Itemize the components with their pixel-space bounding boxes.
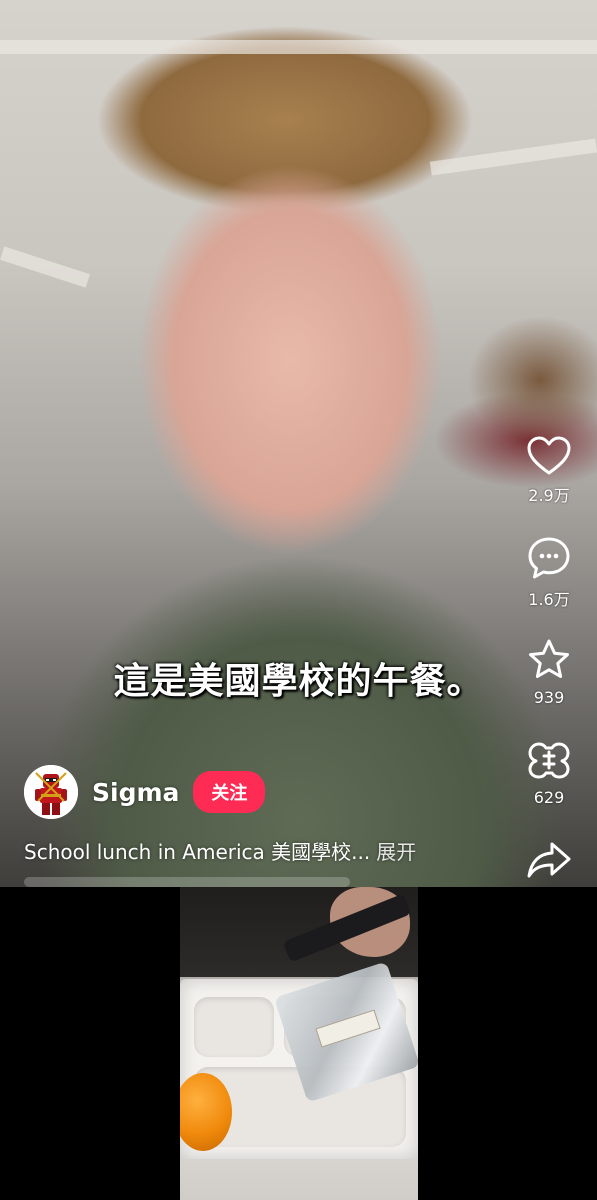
video-progress-bar[interactable] bbox=[24, 877, 350, 887]
ninja-figure-icon bbox=[24, 765, 78, 819]
video-subtitle: 這是美國學校的午餐。 bbox=[113, 661, 484, 702]
share-arrow-icon bbox=[527, 842, 571, 878]
remix-button[interactable]: 629 bbox=[509, 738, 589, 807]
package-label bbox=[315, 1009, 381, 1048]
tray-compartment bbox=[194, 997, 274, 1057]
like-button[interactable]: 2.9万 bbox=[509, 436, 589, 506]
favorite-button[interactable]: 939 bbox=[509, 638, 589, 707]
lunch-tray-video bbox=[180, 887, 418, 1200]
video-player[interactable]: 這是美國學校的午餐。 2.9万 1.6万 939 629 Sigma 关注 Sc… bbox=[0, 0, 597, 887]
expand-link[interactable]: 展开 bbox=[376, 840, 416, 864]
comment-count: 1.6万 bbox=[528, 590, 570, 609]
action-rail: 2.9万 1.6万 939 629 bbox=[509, 0, 589, 887]
comment-button[interactable]: 1.6万 bbox=[509, 536, 589, 610]
heart-icon bbox=[527, 436, 571, 475]
star-icon bbox=[529, 639, 569, 678]
author-row: Sigma 关注 bbox=[24, 764, 266, 820]
ceiling-beam bbox=[0, 40, 597, 54]
remix-count: 629 bbox=[533, 788, 565, 807]
like-count: 2.9万 bbox=[528, 486, 570, 505]
video-description[interactable]: School lunch in America 美國學校... 展开 bbox=[24, 836, 416, 865]
description-text: School lunch in America 美國學校... bbox=[24, 840, 371, 864]
avatar[interactable] bbox=[24, 765, 78, 819]
remix-icon bbox=[528, 742, 570, 779]
comment-bubble-icon bbox=[528, 537, 570, 579]
ceiling-beam bbox=[0, 246, 90, 288]
share-button[interactable] bbox=[509, 840, 589, 880]
author-name[interactable]: Sigma bbox=[92, 778, 179, 807]
favorite-count: 939 bbox=[533, 688, 565, 707]
follow-button[interactable]: 关注 bbox=[193, 771, 266, 813]
